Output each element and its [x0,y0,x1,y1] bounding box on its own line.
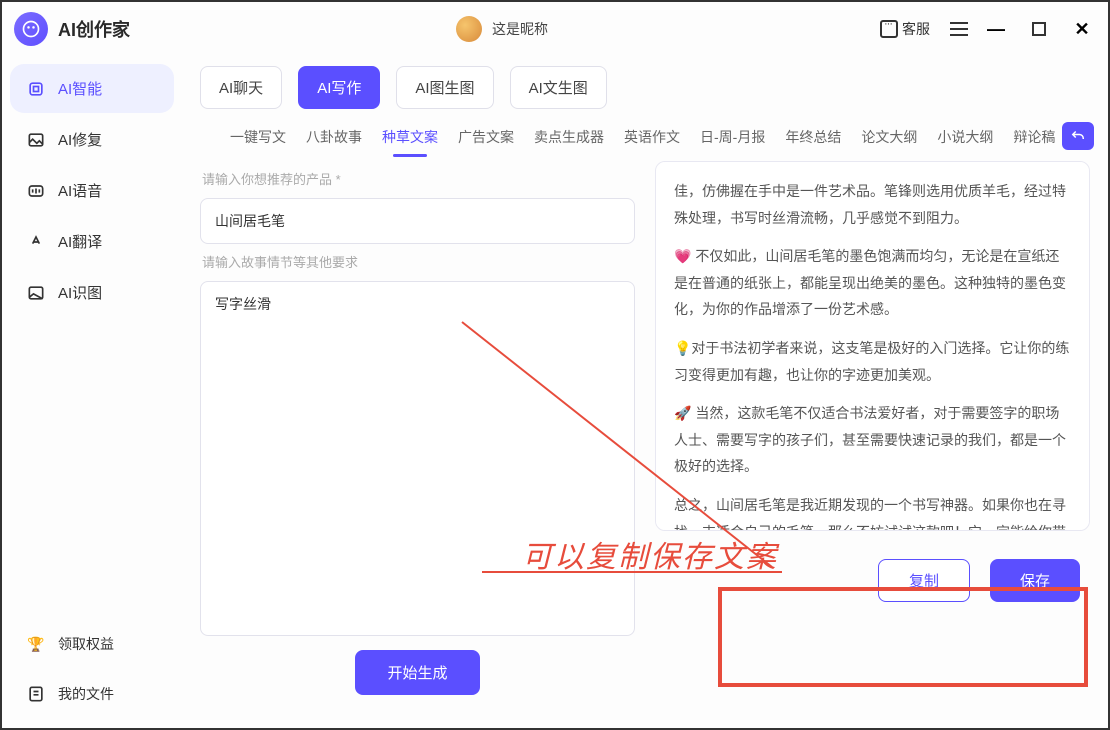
sidebar-item-label: AI智能 [58,78,102,99]
titlebar: AI创作家 这是昵称 客服 [2,2,1108,56]
secondary-tabs: 一键写文 八卦故事 种草文案 广告文案 卖点生成器 英语作文 日-周-月报 年终… [200,123,1090,161]
voice-icon [26,181,46,201]
app-logo-icon [14,12,48,46]
subtab-selling[interactable]: 卖点生成器 [534,127,604,147]
output-paragraph: 💗 不仅如此，山间居毛笔的墨色饱满而均匀，无论是在宣纸还是在普通的纸张上，都能呈… [674,243,1071,323]
output-column: 佳，仿佛握在手中是一件艺术品。笔锋则选用优质羊毛，经过特殊处理，书写时丝滑流畅，… [655,161,1090,695]
chip-icon [26,79,46,99]
tab-ai-img2img[interactable]: AI图生图 [396,66,493,109]
sidebar-item-ai-smart[interactable]: AI智能 [10,64,174,113]
subtab-debate[interactable]: 辩论稿 [1013,127,1055,147]
subtab-english[interactable]: 英语作文 [624,127,680,147]
output-paragraph: 总之，山间居毛笔是我近期发现的一个书写神器。如果你也在寻找一支适合自己的毛笔，那… [674,492,1071,531]
copy-button[interactable]: 复制 [878,559,970,602]
subtab-yearend[interactable]: 年终总结 [785,127,841,147]
sidebar-item-label: AI翻译 [58,231,102,252]
save-button[interactable]: 保存 [990,559,1080,602]
user-avatar[interactable] [456,16,482,42]
subtab-grass[interactable]: 种草文案 [382,127,438,147]
translate-icon [26,232,46,252]
output-paragraph: 🚀 当然，这款毛笔不仅适合书法爱好者，对于需要签字的职场人士、需要写字的孩子们，… [674,400,1071,480]
tab-ai-write[interactable]: AI写作 [298,66,380,109]
sidebar: AI智能 AI修复 AI语音 AI翻译 AI识图 🏆 [2,56,182,728]
subtab-onekey[interactable]: 一键写文 [230,127,286,147]
output-paragraph: 💡对于书法初学者来说，这支笔是极好的入门选择。它让你的练习变得更加有趣，也让你的… [674,335,1071,388]
sidebar-item-label: AI识图 [58,282,102,303]
support-button[interactable]: 客服 [874,15,936,43]
subtab-gossip[interactable]: 八卦故事 [306,127,362,147]
subtab-novel[interactable]: 小说大纲 [937,127,993,147]
output-paragraph: 佳，仿佛握在手中是一件艺术品。笔锋则选用优质羊毛，经过特殊处理，书写时丝滑流畅，… [674,178,1071,231]
extra-label: 请输入故事情节等其他要求 [202,252,635,271]
sidebar-item-label: AI修复 [58,129,102,150]
sidebar-item-ai-vision[interactable]: AI识图 [10,268,174,317]
sidebar-item-label: AI语音 [58,180,102,201]
sidebar-item-my-files[interactable]: 我的文件 [10,670,174,718]
product-input[interactable]: 山间居毛笔 [200,198,635,244]
sidebar-item-label: 领取权益 [58,634,114,654]
undo-button[interactable] [1062,122,1094,150]
generate-button[interactable]: 开始生成 [355,650,479,695]
app-window: AI创作家 这是昵称 客服 AI智能 AI修复 [0,0,1110,730]
sidebar-item-ai-voice[interactable]: AI语音 [10,166,174,215]
trophy-icon: 🏆 [26,634,46,654]
tab-ai-txt2img[interactable]: AI文生图 [510,66,607,109]
extra-textarea[interactable]: 写字丝滑 [200,281,635,636]
user-nickname: 这是昵称 [492,19,548,39]
subtab-report[interactable]: 日-周-月报 [700,127,765,147]
product-label: 请输入你想推荐的产品 * [202,169,635,188]
main-panel: AI聊天 AI写作 AI图生图 AI文生图 一键写文 八卦故事 种草文案 广告文… [182,56,1108,728]
subtab-ad[interactable]: 广告文案 [458,127,514,147]
chat-icon [880,20,898,38]
support-label: 客服 [902,19,930,39]
primary-tabs: AI聊天 AI写作 AI图生图 AI文生图 [200,66,1090,109]
image-icon [26,130,46,150]
sidebar-item-benefits[interactable]: 🏆 领取权益 [10,620,174,668]
subtab-thesis[interactable]: 论文大纲 [861,127,917,147]
tab-ai-chat[interactable]: AI聊天 [200,66,282,109]
menu-button[interactable] [950,22,968,36]
output-actions: 复制 保存 [655,553,1090,608]
app-title: AI创作家 [58,16,130,42]
sidebar-item-ai-translate[interactable]: AI翻译 [10,217,174,266]
sidebar-item-ai-repair[interactable]: AI修复 [10,115,174,164]
scan-icon [26,283,46,303]
output-box[interactable]: 佳，仿佛握在手中是一件艺术品。笔锋则选用优质羊毛，经过特殊处理，书写时丝滑流畅，… [655,161,1090,531]
window-close-button[interactable] [1068,19,1096,40]
window-minimize-button[interactable] [982,19,1010,40]
window-maximize-button[interactable] [1032,22,1046,36]
input-column: 请输入你想推荐的产品 * 山间居毛笔 请输入故事情节等其他要求 写字丝滑 开始生… [200,161,635,695]
file-icon [26,684,46,704]
sidebar-item-label: 我的文件 [58,684,114,704]
